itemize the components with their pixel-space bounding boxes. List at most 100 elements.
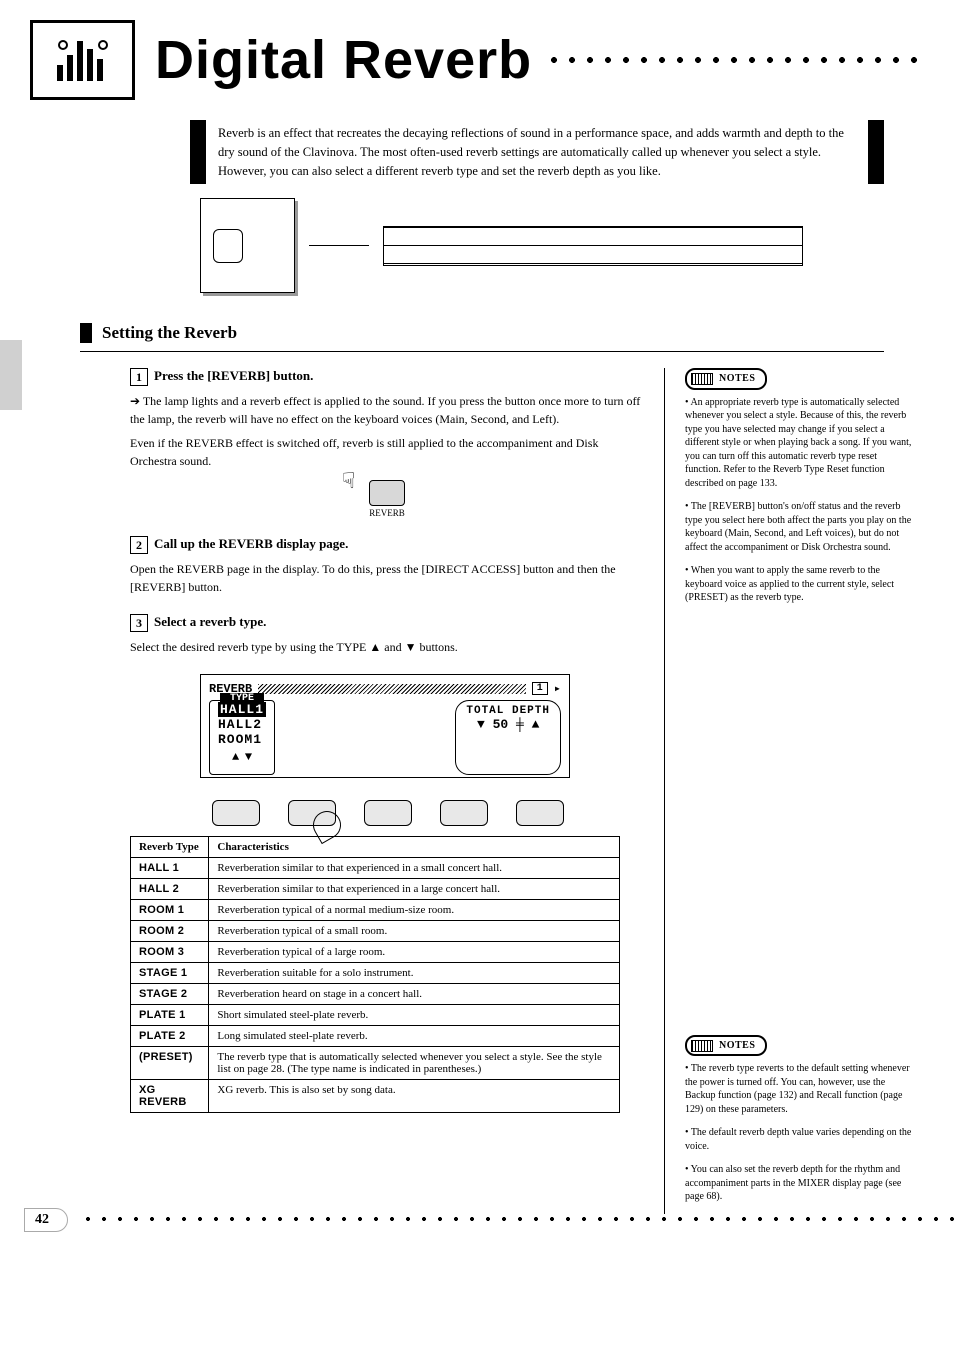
notes-paragraph: • The default reverb depth value varies …: [685, 1126, 914, 1153]
step-1-body-2: Even if the REVERB effect is switched of…: [130, 434, 644, 470]
notes-label: NOTES: [719, 1039, 755, 1053]
lcd-depth-label: TOTAL DEPTH: [466, 705, 550, 717]
page-title: Digital Reverb: [155, 29, 535, 91]
reverb-type-cell: STAGE 2: [131, 984, 209, 1005]
step-3: 3 Select a reverb type. Select the desir…: [130, 614, 644, 656]
notes-paragraph: • When you want to apply the same reverb…: [685, 564, 914, 605]
step-2: 2 Call up the REVERB display page. Open …: [130, 536, 644, 596]
reverb-table-header-type: Reverb Type: [131, 837, 209, 858]
lcd-type-box: TYPE HALL1 HALL2 ROOM1 ▲ ▼: [209, 700, 275, 775]
lcd-page-arrows-icon: ▸: [554, 681, 561, 696]
table-row: PLATE 1Short simulated steel-plate rever…: [131, 1005, 620, 1026]
table-row: HALL 1Reverberation similar to that expe…: [131, 858, 620, 879]
reverb-type-cell: (PRESET): [131, 1047, 209, 1080]
main-column: 1 Press the [REVERB] button. ➔ The lamp …: [130, 368, 664, 1113]
reverb-type-cell: PLATE 2: [131, 1026, 209, 1047]
table-row: ROOM 2Reverberation typical of a small r…: [131, 921, 620, 942]
diagram-connector: [309, 245, 369, 246]
section-heading-row: Setting the Reverb: [80, 323, 924, 343]
lcd-soft-button-1[interactable]: [212, 800, 260, 826]
depth-up-icon: ▲: [532, 717, 540, 732]
type-down-icon: ▼: [245, 750, 252, 764]
side-tab: [0, 340, 22, 410]
hand-press-icon: ☟: [342, 468, 355, 494]
reverb-char-cell: XG reverb. This is also set by song data…: [209, 1080, 620, 1113]
step-2-body: Open the REVERB page in the display. To …: [130, 560, 644, 596]
notes-badge: NOTES: [685, 368, 767, 390]
reverb-type-cell: ROOM 1: [131, 900, 209, 921]
table-row: PLATE 2Long simulated steel-plate reverb…: [131, 1026, 620, 1047]
notes-paragraph: • The [REVERB] button's on/off status an…: [685, 500, 914, 554]
reverb-char-cell: Reverberation heard on stage in a concer…: [209, 984, 620, 1005]
reverb-char-cell: Reverberation typical of a normal medium…: [209, 900, 620, 921]
reverb-char-cell: Long simulated steel-plate reverb.: [209, 1026, 620, 1047]
notes-badge: NOTES: [685, 1035, 767, 1057]
step-3-body: Select the desired reverb type by using …: [130, 638, 644, 656]
intro-text: Reverb is an effect that recreates the d…: [214, 120, 860, 184]
lcd-soft-button-2[interactable]: [288, 800, 336, 826]
section-bar: [80, 323, 92, 343]
reverb-table-header-char: Characteristics: [209, 837, 620, 858]
lcd-display: REVERB 1 ▸ TYPE HALL1 HALL2 ROOM1 ▲: [200, 674, 570, 778]
reverb-char-cell: Reverberation typical of a small room.: [209, 921, 620, 942]
reverb-type-cell: HALL 2: [131, 879, 209, 900]
reverb-type-cell: STAGE 1: [131, 963, 209, 984]
step-3-title: Select a reverb type.: [154, 614, 266, 630]
lcd-soft-button-4[interactable]: [440, 800, 488, 826]
reverb-type-cell: HALL 1: [131, 858, 209, 879]
intro-right-bar: [868, 120, 884, 184]
footer-dots: [80, 1216, 954, 1222]
lcd-type-item: ROOM1: [218, 733, 266, 748]
notes-paragraph: • The reverb type reverts to the default…: [685, 1062, 914, 1116]
device-diagram: [200, 198, 924, 293]
type-up-icon: ▲: [232, 750, 239, 764]
step-1-title: Press the [REVERB] button.: [154, 368, 313, 384]
lcd-soft-button-5[interactable]: [516, 800, 564, 826]
step-number: 2: [130, 536, 148, 554]
lcd-type-item-selected: HALL1: [218, 702, 266, 717]
table-row: (PRESET)The reverb type that is automati…: [131, 1047, 620, 1080]
reverb-hardware-button[interactable]: [369, 480, 405, 506]
reverb-button-label: REVERB: [352, 508, 422, 518]
table-row: STAGE 2Reverberation heard on stage in a…: [131, 984, 620, 1005]
intro-left-bar: [190, 120, 206, 184]
lcd-type-label: TYPE: [220, 693, 264, 704]
reverb-char-cell: Reverberation typical of a large room.: [209, 942, 620, 963]
table-row: ROOM 3Reverberation typical of a large r…: [131, 942, 620, 963]
reverb-type-table: Reverb Type Characteristics HALL 1Reverb…: [130, 836, 620, 1113]
reverb-type-cell: PLATE 1: [131, 1005, 209, 1026]
lcd-button-row: [200, 788, 644, 826]
table-row: XG REVERBXG reverb. This is also set by …: [131, 1080, 620, 1113]
reverb-char-cell: The reverb type that is automatically se…: [209, 1047, 620, 1080]
reverb-type-cell: ROOM 3: [131, 942, 209, 963]
notes-paragraph: • You can also set the reverb depth for …: [685, 1163, 914, 1204]
page-header: Digital Reverb: [30, 20, 924, 100]
step-number: 3: [130, 614, 148, 632]
reverb-char-cell: Reverberation suitable for a solo instru…: [209, 963, 620, 984]
lcd-type-item: HALL2: [218, 718, 266, 733]
step-1: 1 Press the [REVERB] button. ➔ The lamp …: [130, 368, 644, 518]
step-number: 1: [130, 368, 148, 386]
lcd-soft-button-3[interactable]: [364, 800, 412, 826]
table-row: HALL 2Reverberation similar to that expe…: [131, 879, 620, 900]
lcd-depth-value: 50: [493, 717, 509, 732]
depth-down-icon: ▼: [477, 717, 485, 732]
notes-column: NOTES • An appropriate reverb type is au…: [664, 368, 924, 1214]
keyboard-icon: [691, 1040, 713, 1052]
notes-paragraph: • An appropriate reverb type is automati…: [685, 396, 914, 491]
reverb-type-cell: ROOM 2: [131, 921, 209, 942]
step-2-title: Call up the REVERB display page.: [154, 536, 348, 552]
equalizer-icon: [53, 35, 113, 85]
header-dots: [545, 56, 925, 64]
header-icon: [30, 20, 135, 100]
reverb-button-diagram: ☟ REVERB: [352, 480, 422, 518]
reverb-char-cell: Reverberation similar to that experience…: [209, 858, 620, 879]
device-right-panel: [383, 226, 803, 266]
page-number: 42: [24, 1208, 68, 1232]
notes-label: NOTES: [719, 372, 755, 386]
lcd-page-number: 1: [532, 682, 548, 695]
lcd-title-stripe: [258, 684, 526, 694]
table-row: STAGE 1Reverberation suitable for a solo…: [131, 963, 620, 984]
keyboard-icon: [691, 373, 713, 385]
section-rule: [80, 351, 884, 352]
